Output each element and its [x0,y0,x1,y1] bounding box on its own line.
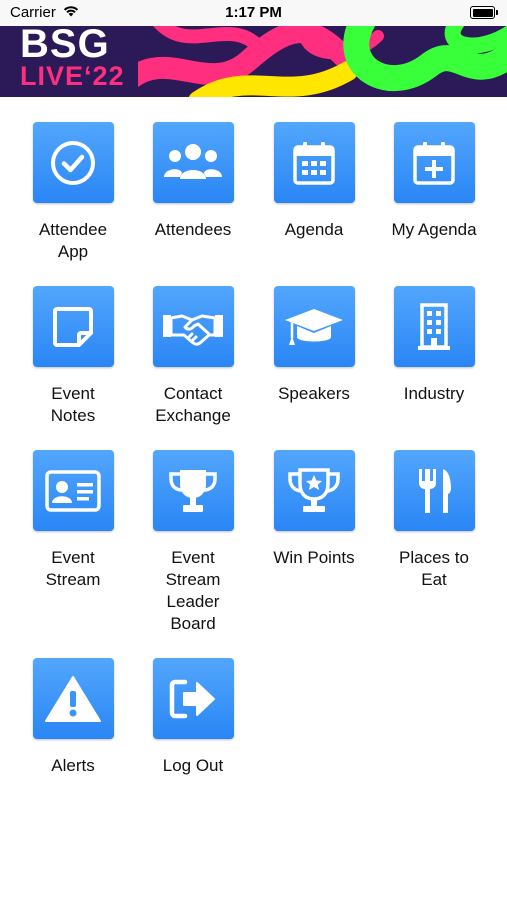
menu-tile-agenda[interactable]: Agenda [254,122,374,241]
brand-logo: BSG LIVE‘22 [20,26,125,90]
menu-tile-event-stream[interactable]: Event Stream [13,450,133,591]
menu-tile-speakers[interactable]: Speakers [254,286,374,405]
status-bar: Carrier 1:17 PM [0,0,507,26]
menu-tile-attendee-app[interactable]: Attendee App [13,122,133,263]
menu-tile-label: Places to Eat [399,548,469,589]
menu-tile-label: Contact Exchange [155,384,231,425]
calendar-plus-icon [413,141,455,185]
menu-tile-places-to-eat[interactable]: Places to Eat [374,450,494,591]
menu-tile-label: Speakers [278,384,350,403]
menu-tile-event-notes[interactable]: Event Notes [13,286,133,427]
clock: 1:17 PM [225,4,282,21]
calendar-icon [293,141,335,185]
fork-knife-icon [419,468,451,513]
menu-tile-label: My Agenda [391,220,477,239]
menu-tile-label: Log Out [162,756,224,775]
sticky-note-icon [53,306,93,347]
warning-icon [45,675,101,722]
brand-sub-text: LIVE‘22 [20,61,125,91]
banner-artwork [138,26,507,97]
people-group-icon [164,143,222,179]
menu-tile-contact-exchange[interactable]: Contact Exchange [133,286,253,427]
building-icon [418,302,450,350]
graduation-cap-icon [285,308,343,345]
handshake-icon [163,314,223,346]
menu-tile-industry[interactable]: Industry [374,286,494,405]
menu-tile-my-agenda[interactable]: My Agenda [374,122,494,241]
menu-tile-alerts[interactable]: Alerts [13,658,133,777]
menu-tile-label: Event Stream Leader Board [165,548,221,633]
menu-tile-label: Win Points [273,548,355,567]
logout-arrow-icon [169,679,215,718]
battery-icon [470,6,498,19]
menu-tile-label: Alerts [51,756,95,775]
menu-tile-label: Attendees [154,220,232,239]
menu-tile-label: Agenda [284,220,344,239]
trophy-icon [169,469,217,512]
menu-tile-attendees[interactable]: Attendees [133,122,253,241]
menu-tile-label: Event Stream [45,548,101,589]
menu-tile-label: Event Notes [50,384,96,425]
menu-tile-log-out[interactable]: Log Out [133,658,253,777]
menu-tile-win-points[interactable]: Win Points [254,450,374,569]
check-circle-icon [51,140,95,185]
event-banner: BSG LIVE‘22 [0,26,507,97]
id-card-icon [45,469,101,512]
star-trophy-icon [288,467,340,512]
brand-main-text: BSG [20,26,110,66]
menu-tile-event-stream-leader-board[interactable]: Event Stream Leader Board [133,450,253,635]
menu-tile-label: Industry [403,384,465,403]
menu-tile-label: Attendee App [38,220,108,261]
